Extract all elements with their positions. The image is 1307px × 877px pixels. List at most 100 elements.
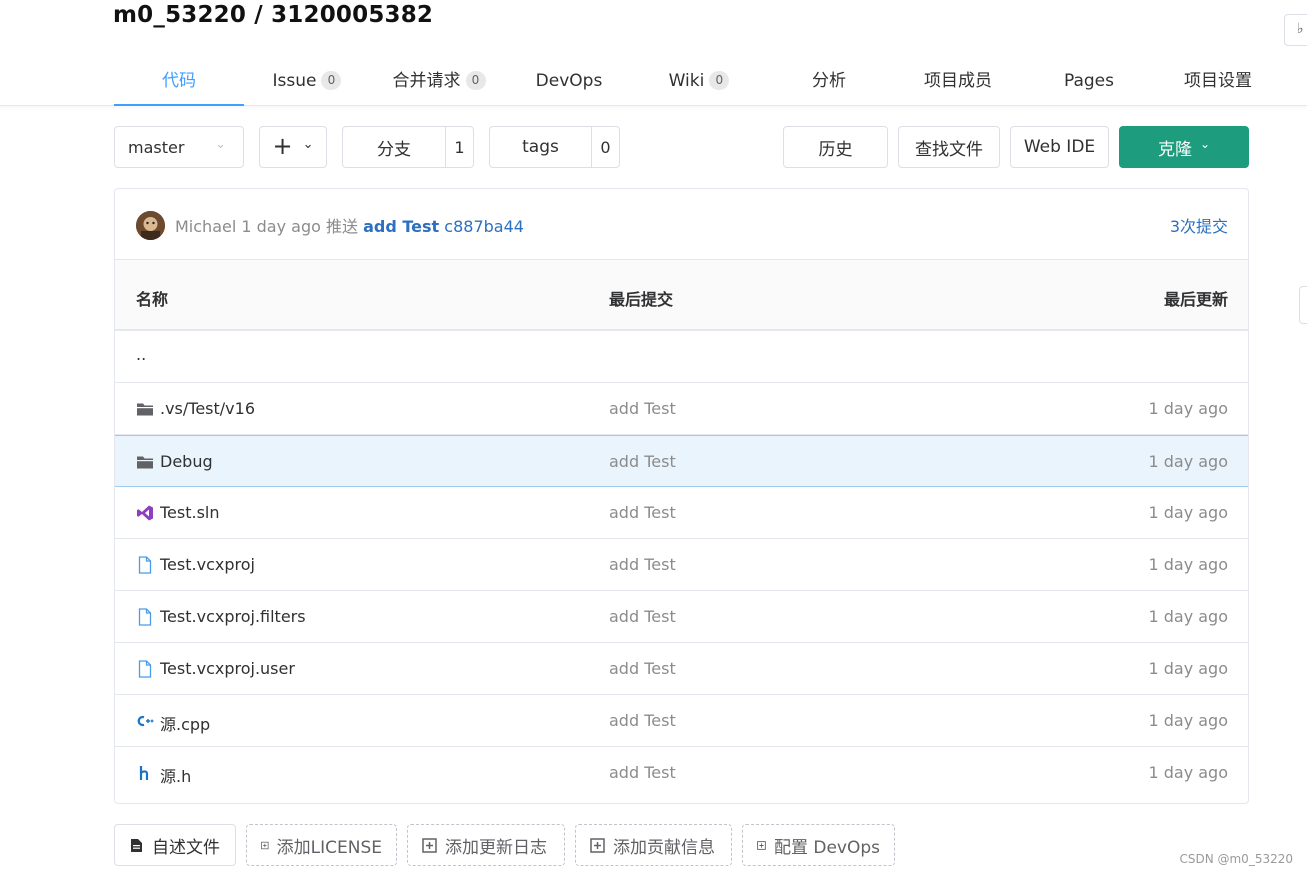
table-row[interactable]: 源.cpp add Test 1 day ago <box>115 695 1248 747</box>
branches-label: 分支 <box>343 127 446 167</box>
branches-count: 1 <box>454 137 465 157</box>
table-row[interactable]: Test.sln add Test 1 day ago <box>115 487 1248 539</box>
file-updated-time: 1 day ago <box>1148 452 1228 471</box>
table-row[interactable]: Test.vcxproj.filters add Test 1 day ago <box>115 591 1248 643</box>
tags-label: tags <box>490 127 592 167</box>
table-row[interactable]: Debug add Test 1 day ago <box>115 435 1248 487</box>
tab-settings[interactable]: 项目设置 <box>1170 56 1266 106</box>
commit-message[interactable]: add Test <box>363 217 439 236</box>
commit-action: 推送 <box>326 217 359 236</box>
file-updated-time: 1 day ago <box>1148 763 1228 782</box>
file-commit-message[interactable]: add Test <box>609 763 676 782</box>
commit-time: 1 day ago <box>241 217 321 236</box>
plus-square-icon <box>590 837 605 853</box>
file-updated-time: 1 day ago <box>1148 503 1228 522</box>
branch-select[interactable]: master ⌄ <box>114 126 244 168</box>
add-changelog-button[interactable]: 添加更新日志 <box>407 824 565 866</box>
file-browser: Michael 1 day ago 推送 add Test c887ba44 3… <box>114 188 1249 804</box>
plus-square-icon <box>422 837 437 853</box>
latest-commit-bar: Michael 1 day ago 推送 add Test c887ba44 3… <box>115 189 1248 260</box>
side-panel-tab[interactable] <box>1299 286 1307 324</box>
avatar[interactable] <box>136 211 165 240</box>
table-row[interactable]: 源.h add Test 1 day ago <box>115 747 1248 799</box>
table-row[interactable]: .vs/Test/v16 add Test 1 day ago <box>115 383 1248 435</box>
folder-icon <box>137 403 153 416</box>
file-commit-message[interactable]: add Test <box>609 659 676 678</box>
file-commit-message[interactable]: add Test <box>609 399 676 418</box>
add-license-button[interactable]: 添加LICENSE <box>246 824 397 866</box>
find-file-button[interactable]: 查找文件 <box>898 126 1000 168</box>
tab-devops[interactable]: DevOps <box>520 56 618 106</box>
history-button[interactable]: 历史 <box>783 126 888 168</box>
chevron-down-icon: ⌄ <box>215 137 226 152</box>
file-commit-message[interactable]: add Test <box>609 607 676 626</box>
chevron-down-icon: ⌄ <box>302 136 314 152</box>
parent-directory-link[interactable]: .. <box>136 345 146 364</box>
parent-directory-row[interactable]: .. <box>115 331 1248 383</box>
commit-summary: Michael 1 day ago 推送 add Test c887ba44 <box>175 213 524 237</box>
bell-icon: ♭ <box>1297 21 1304 37</box>
commit-sha[interactable]: c887ba44 <box>444 217 524 236</box>
header-last-update: 最后更新 <box>1163 290 1228 309</box>
add-contributing-button[interactable]: 添加贡献信息 <box>575 824 732 866</box>
clone-label: 克隆 <box>1157 139 1192 160</box>
file-updated-time: 1 day ago <box>1148 659 1228 678</box>
file-icon <box>138 556 152 574</box>
table-header: 名称 最后提交 最后更新 <box>115 260 1248 331</box>
issue-count-badge: 0 <box>321 71 342 90</box>
file-updated-time: 1 day ago <box>1148 711 1228 730</box>
header-file-icon <box>139 766 149 780</box>
branches-button[interactable]: 分支 1 <box>342 126 474 168</box>
table-row[interactable]: Test.vcxproj.user add Test 1 day ago <box>115 643 1248 695</box>
tab-code[interactable]: 代码 <box>114 56 244 106</box>
branch-value: master <box>128 138 185 157</box>
file-commit-message[interactable]: add Test <box>609 452 676 471</box>
plus-square-icon <box>757 840 766 850</box>
file-name-link[interactable]: 源.cpp <box>160 711 210 735</box>
clone-button[interactable]: 克隆 ⌄ <box>1119 126 1249 168</box>
web-ide-button[interactable]: Web IDE <box>1010 126 1109 168</box>
wiki-count-badge: 0 <box>709 71 730 90</box>
config-devops-button[interactable]: 配置 DevOps <box>742 824 895 866</box>
commit-count-link[interactable]: 3次提交 <box>1170 213 1228 237</box>
plus-square-icon <box>261 841 269 849</box>
file-name-link[interactable]: Test.vcxproj <box>160 555 255 574</box>
tags-button[interactable]: tags 0 <box>489 126 620 168</box>
file-name-link[interactable]: Debug <box>160 452 213 471</box>
repo-nav: 代码 Issue 0 合并请求 0 DevOps Wiki 0 分析 项目成员 Pag… <box>0 56 1307 106</box>
folder-icon <box>137 456 153 469</box>
file-updated-time: 1 day ago <box>1148 555 1228 574</box>
watermark: CSDN @m0_53220 <box>1179 852 1293 866</box>
cpp-icon <box>137 715 154 727</box>
file-name-link[interactable]: Test.vcxproj.user <box>160 659 295 678</box>
file-icon <box>138 608 152 626</box>
tab-members[interactable]: 项目成员 <box>910 56 1006 106</box>
readme-button[interactable]: 自述文件 <box>114 824 236 866</box>
file-commit-message[interactable]: add Test <box>609 503 676 522</box>
tab-merge-requests[interactable]: 合并请求 0 <box>380 56 498 106</box>
document-icon <box>131 838 142 852</box>
notification-button[interactable]: ♭ <box>1284 14 1307 46</box>
tab-pages[interactable]: Pages <box>1050 56 1128 106</box>
table-row[interactable]: Test.vcxproj add Test 1 day ago <box>115 539 1248 591</box>
header-name: 名称 <box>136 290 169 309</box>
commit-author[interactable]: Michael <box>175 217 236 236</box>
file-commit-message[interactable]: add Test <box>609 555 676 574</box>
repo-title[interactable]: m0_53220 / 3120005382 <box>113 2 433 28</box>
file-icon <box>138 660 152 678</box>
visual-studio-icon <box>137 505 153 521</box>
header-last-commit: 最后提交 <box>609 290 674 309</box>
tab-analysis[interactable]: 分析 <box>790 56 868 106</box>
merge-count-badge: 0 <box>465 71 486 90</box>
tab-issue[interactable]: Issue 0 <box>252 56 362 106</box>
file-updated-time: 1 day ago <box>1148 399 1228 418</box>
tab-wiki[interactable]: Wiki 0 <box>652 56 746 106</box>
file-name-link[interactable]: Test.vcxproj.filters <box>160 607 306 626</box>
add-button[interactable]: + ⌄ <box>259 126 327 168</box>
file-name-link[interactable]: 源.h <box>160 763 191 787</box>
chevron-down-icon: ⌄ <box>1199 137 1211 151</box>
file-commit-message[interactable]: add Test <box>609 711 676 730</box>
file-name-link[interactable]: .vs/Test/v16 <box>160 399 255 418</box>
file-name-link[interactable]: Test.sln <box>160 503 220 522</box>
file-updated-time: 1 day ago <box>1148 607 1228 626</box>
